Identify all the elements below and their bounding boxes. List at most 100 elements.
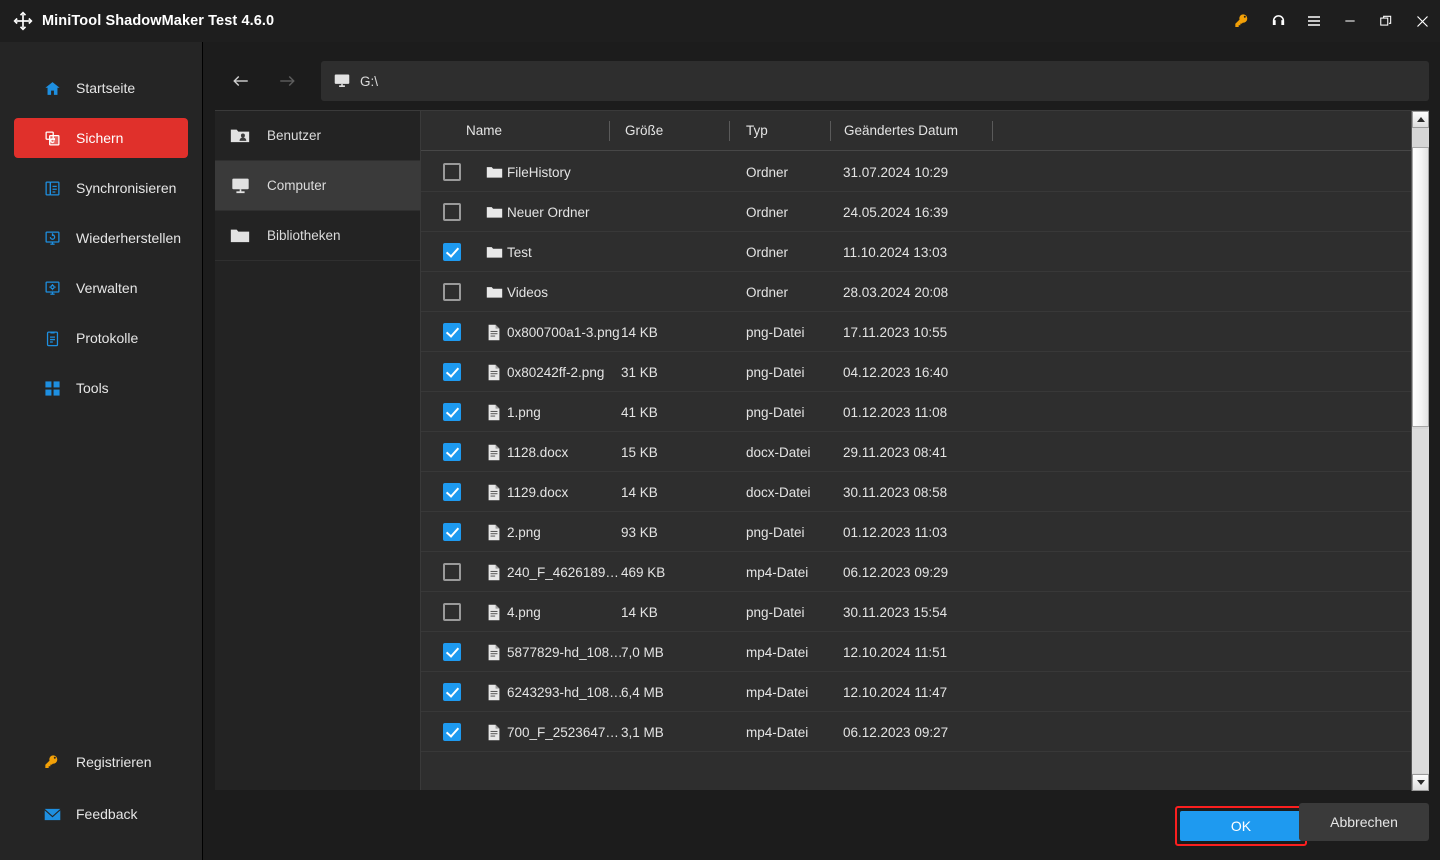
table-row[interactable]: 2.png 93 KB png-Datei 01.12.2023 11:03 [421, 512, 1412, 552]
sidebar-item-protokolle[interactable]: Protokolle [14, 318, 188, 358]
table-row[interactable]: 700_F_2523647… 3,1 MB mp4-Datei 06.12.2023 … [421, 712, 1412, 752]
row-checkbox[interactable] [443, 443, 461, 461]
sidebar-item-tools[interactable]: Tools [14, 368, 188, 408]
support-button[interactable] [1260, 0, 1296, 42]
tree-item-label: Benutzer [267, 128, 322, 143]
document-icon [483, 392, 505, 432]
row-checkbox[interactable] [443, 523, 461, 541]
tree-item-bibliotheken[interactable]: Bibliotheken [215, 211, 420, 261]
minimize-button[interactable] [1332, 0, 1368, 42]
column-header-name[interactable]: Name [466, 123, 502, 138]
cell-size: 41 KB [621, 404, 658, 420]
sidebar-item-synchronisieren[interactable]: Synchronisieren [14, 168, 188, 208]
row-checkbox[interactable] [443, 643, 461, 661]
cell-date: 01.12.2023 11:03 [843, 524, 948, 540]
license-key-button[interactable] [1224, 0, 1260, 42]
manage-gear-icon [40, 280, 64, 297]
row-checkbox[interactable] [443, 203, 461, 221]
file-list-rows[interactable]: FileHistory Ordner 31.07.2024 10:29 Neuer O… [421, 152, 1412, 791]
restore-button[interactable] [1368, 0, 1404, 42]
cell-type: Ordner [746, 164, 789, 180]
cell-type: docx-Datei [746, 484, 811, 500]
row-checkbox[interactable] [443, 323, 461, 341]
cell-type: png-Datei [746, 324, 805, 340]
folder-icon [483, 152, 505, 192]
ok-button[interactable]: OK [1180, 811, 1302, 841]
column-header-date[interactable]: Geändertes Datum [844, 123, 958, 138]
cancel-button[interactable]: Abbrechen [1299, 803, 1429, 841]
cell-date: 29.11.2023 08:41 [843, 444, 948, 460]
row-checkbox[interactable] [443, 243, 461, 261]
table-row[interactable]: 1128.docx 15 KB docx-Datei 29.11.2023 08:41 [421, 432, 1412, 472]
close-button[interactable] [1404, 0, 1440, 42]
cell-size: 14 KB [621, 484, 658, 500]
shadowmaker-logo-icon [12, 10, 34, 32]
scrollbar-track[interactable] [1412, 429, 1429, 773]
sidebar-item-label: Wiederherstellen [76, 230, 182, 246]
document-icon [483, 632, 505, 672]
document-icon [483, 712, 505, 752]
file-list-scrollbar[interactable] [1411, 111, 1429, 791]
title-bar: MiniTool ShadowMaker Test 4.6.0 [0, 0, 1440, 42]
cell-size: 31 KB [621, 364, 658, 380]
table-row[interactable]: Neuer Ordner Ordner 24.05.2024 16:39 [421, 192, 1412, 232]
row-checkbox[interactable] [443, 363, 461, 381]
column-header-type[interactable]: Typ [746, 123, 768, 138]
table-row[interactable]: 5877829-hd_108… 7,0 MB mp4-Datei 12.10.2024… [421, 632, 1412, 672]
table-row[interactable]: 6243293-hd_108… 6,4 MB mp4-Datei 12.10.2024… [421, 672, 1412, 712]
tree-item-computer[interactable]: Computer [215, 161, 420, 211]
tree-item-label: Computer [267, 178, 327, 193]
tree-item-benutzer[interactable]: Benutzer [215, 111, 420, 161]
back-button[interactable] [225, 65, 257, 97]
scroll-up-arrow-icon[interactable] [1412, 111, 1429, 128]
path-toolbar: G:\ [215, 61, 1429, 101]
forward-button[interactable] [271, 65, 303, 97]
table-row[interactable]: 0x80242ff-2.png 31 KB png-Datei 04.12.2023 … [421, 352, 1412, 392]
sidebar: Startseite Sichern Synchronisieren Wiede… [0, 42, 203, 860]
table-row[interactable]: 240_F_4626189… 469 KB mp4-Datei 06.12.2023 … [421, 552, 1412, 592]
column-divider[interactable] [609, 121, 610, 141]
sidebar-item-sichern[interactable]: Sichern [14, 118, 188, 158]
sidebar-item-label: Sichern [76, 130, 124, 146]
table-row[interactable]: 0x800700a1-3.png 14 KB png-Datei 17.11.2023… [421, 312, 1412, 352]
cell-size: 93 KB [621, 524, 658, 540]
row-checkbox[interactable] [443, 483, 461, 501]
table-row[interactable]: FileHistory Ordner 31.07.2024 10:29 [421, 152, 1412, 192]
cell-date: 12.10.2024 11:51 [843, 644, 948, 660]
row-checkbox[interactable] [443, 403, 461, 421]
cell-date: 31.07.2024 10:29 [843, 164, 949, 180]
column-divider[interactable] [729, 121, 730, 141]
scrollbar-thumb[interactable] [1412, 147, 1429, 427]
column-divider[interactable] [830, 121, 831, 141]
location-tree: Benutzer Computer Bibliotheken [215, 110, 420, 790]
table-row[interactable]: Videos Ordner 28.03.2024 20:08 [421, 272, 1412, 312]
row-checkbox[interactable] [443, 283, 461, 301]
table-row[interactable]: 1.png 41 KB png-Datei 01.12.2023 11:08 [421, 392, 1412, 432]
cell-date: 30.11.2023 08:58 [843, 484, 948, 500]
sidebar-item-startseite[interactable]: Startseite [14, 68, 188, 108]
cell-size: 6,4 MB [621, 684, 664, 700]
row-checkbox[interactable] [443, 723, 461, 741]
menu-button[interactable] [1296, 0, 1332, 42]
row-checkbox[interactable] [443, 563, 461, 581]
sidebar-item-wiederherstellen[interactable]: Wiederherstellen [14, 218, 188, 258]
sidebar-item-verwalten[interactable]: Verwalten [14, 268, 188, 308]
computer-monitor-icon [333, 73, 351, 89]
sidebar-item-label: Feedback [76, 806, 138, 822]
row-checkbox[interactable] [443, 163, 461, 181]
dialog-footer: OK Abbrechen [204, 790, 1440, 860]
row-checkbox[interactable] [443, 603, 461, 621]
table-row[interactable]: Test Ordner 11.10.2024 13:03 [421, 232, 1412, 272]
cell-type: Ordner [746, 204, 789, 220]
table-row[interactable]: 4.png 14 KB png-Datei 30.11.2023 15:54 [421, 592, 1412, 632]
path-input[interactable]: G:\ [321, 61, 1429, 101]
row-checkbox[interactable] [443, 683, 461, 701]
column-header-size[interactable]: Größe [625, 123, 663, 138]
column-divider[interactable] [992, 121, 993, 141]
folder-icon [483, 272, 505, 312]
scroll-down-arrow-icon[interactable] [1412, 774, 1429, 791]
table-row[interactable]: 1129.docx 14 KB docx-Datei 30.11.2023 08:58 [421, 472, 1412, 512]
sidebar-item-registrieren[interactable]: Registrieren [14, 742, 189, 782]
cell-date: 11.10.2024 13:03 [843, 244, 948, 260]
sidebar-item-feedback[interactable]: Feedback [14, 794, 189, 834]
